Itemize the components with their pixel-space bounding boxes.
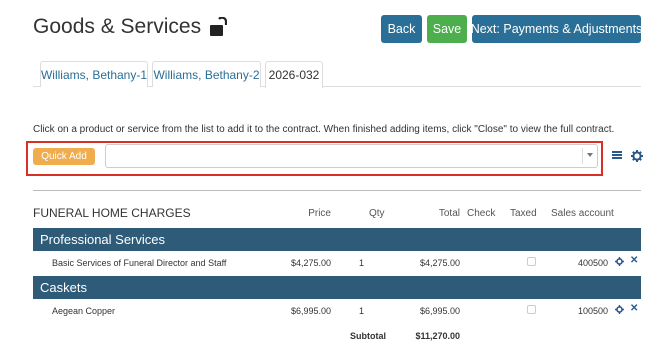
tab-williams-bethany-2[interactable]: Williams, Bethany-2 xyxy=(152,61,261,87)
taxed-checkbox[interactable] xyxy=(527,305,536,314)
remove-item-icon[interactable]: ✕ xyxy=(630,303,638,314)
item-qty[interactable]: 1 xyxy=(359,306,364,316)
remove-item-icon[interactable]: ✕ xyxy=(630,255,638,266)
item-sales-account: 100500 xyxy=(577,306,608,316)
list-icon[interactable] xyxy=(612,151,622,160)
item-qty[interactable]: 1 xyxy=(359,258,364,268)
unlock-icon[interactable] xyxy=(209,17,228,37)
page-title: Goods & Services xyxy=(33,15,228,39)
column-header-qty: Qty xyxy=(369,208,385,219)
save-button[interactable]: Save xyxy=(427,15,467,43)
column-header-check: Check xyxy=(467,208,496,219)
column-header-sales-account: Sales account xyxy=(551,208,614,219)
item-name: Aegean Copper xyxy=(52,306,116,316)
back-button[interactable]: Back xyxy=(381,15,422,43)
subtotal-label: Subtotal xyxy=(350,331,386,341)
category-professional-services: Professional Services xyxy=(33,228,641,251)
item-sales-account: 400500 xyxy=(577,258,608,268)
section-title: FUNERAL HOME CHARGES xyxy=(33,206,191,220)
taxed-checkbox[interactable] xyxy=(527,257,536,266)
tab-2026-032[interactable]: 2026-032 xyxy=(265,61,323,88)
item-price[interactable]: $4,275.00 xyxy=(291,258,331,268)
page-title-text: Goods & Services xyxy=(33,15,202,38)
item-name: Basic Services of Funeral Director and S… xyxy=(52,258,227,268)
table-row: Basic Services of Funeral Director and S… xyxy=(33,254,641,274)
chevron-down-icon[interactable] xyxy=(587,153,593,157)
select-divider xyxy=(582,148,583,164)
instructions-text: Click on a product or service from the l… xyxy=(33,124,615,135)
row-gear-icon[interactable] xyxy=(615,305,624,314)
subtotal-value: $11,270.00 xyxy=(415,331,460,341)
table-row: Aegean Copper $6,995.00 1 $6,995.00 1005… xyxy=(33,302,641,322)
item-total: $6,995.00 xyxy=(419,306,460,316)
column-header-total: Total xyxy=(438,208,460,219)
row-gear-icon[interactable] xyxy=(615,257,624,266)
tab-williams-bethany-1[interactable]: Williams, Bethany-1 xyxy=(40,61,148,87)
column-header-price: Price xyxy=(308,208,331,219)
category-caskets: Caskets xyxy=(33,276,641,299)
item-total: $4,275.00 xyxy=(419,258,460,268)
contract-tabs: Williams, Bethany-1 Williams, Bethany-2 … xyxy=(33,61,641,88)
subtotal-row: Subtotal $11,270.00 xyxy=(33,328,641,344)
gear-icon[interactable] xyxy=(631,150,643,162)
quick-add-button[interactable]: Quick Add xyxy=(33,148,95,165)
item-price[interactable]: $6,995.00 xyxy=(291,306,331,316)
product-select[interactable] xyxy=(105,144,598,168)
table-header: FUNERAL HOME CHARGES Price Qty Total Che… xyxy=(33,206,641,221)
section-divider xyxy=(33,190,641,191)
next-payments-button[interactable]: Next: Payments & Adjustments xyxy=(471,15,642,43)
column-header-taxed: Taxed xyxy=(510,208,537,219)
